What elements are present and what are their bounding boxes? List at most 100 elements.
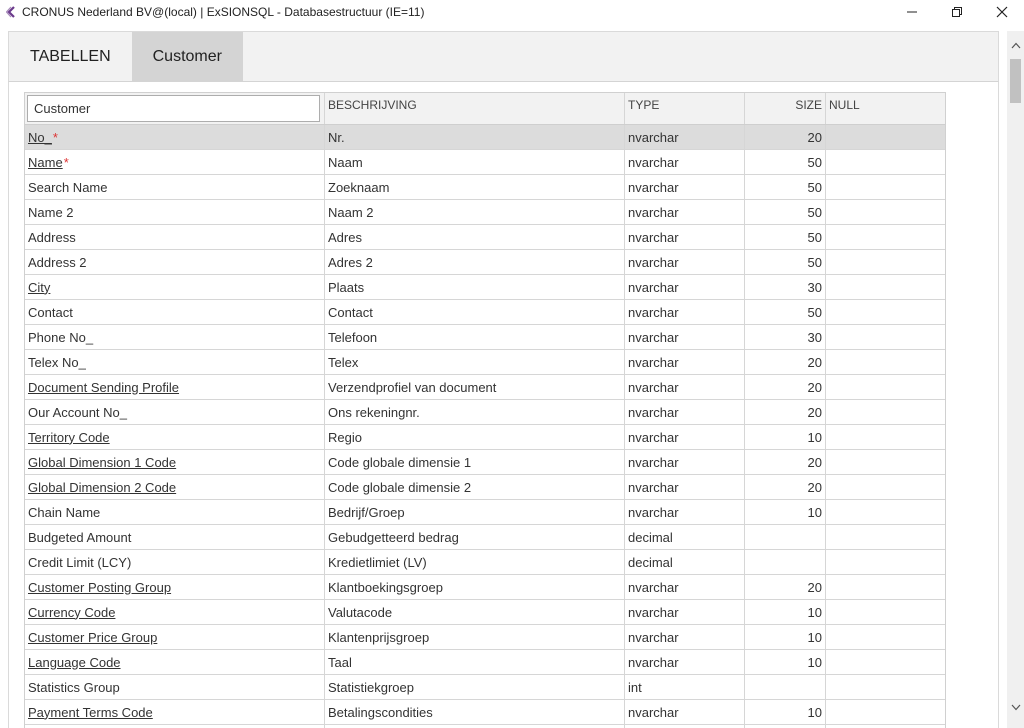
field-name-link[interactable]: Language Code xyxy=(28,655,121,670)
field-name-link[interactable]: No_ xyxy=(28,130,52,145)
description-cell: Adres xyxy=(325,225,625,249)
chevron-down-icon[interactable] xyxy=(1007,699,1024,716)
scrollbar-thumb[interactable] xyxy=(1010,59,1021,103)
table-row[interactable]: Currency Code Valutacode nvarchar 10 xyxy=(25,600,945,625)
table-row[interactable]: Credit Limit (LCY) Kredietlimiet (LV) deci… xyxy=(25,550,945,575)
field-name-link[interactable]: Global Dimension 2 Code xyxy=(28,480,176,495)
null-cell xyxy=(826,600,945,624)
size-cell: 50 xyxy=(745,150,826,174)
null-cell xyxy=(826,550,945,574)
table-row[interactable]: Search Name Zoeknaam nvarchar 50 xyxy=(25,175,945,200)
table-row[interactable]: Address 2 Adres 2 nvarchar 50 xyxy=(25,250,945,275)
field-name-cell: Territory Code xyxy=(25,425,325,449)
null-cell xyxy=(826,225,945,249)
grid-header-row: BESCHRIJVING TYPE SIZE NULL xyxy=(25,92,945,125)
column-header-description[interactable]: BESCHRIJVING xyxy=(325,93,625,124)
table-row[interactable]: Territory Code Regio nvarchar 10 xyxy=(25,425,945,450)
column-header-null[interactable]: NULL xyxy=(826,93,945,124)
null-cell xyxy=(826,650,945,674)
field-name-link[interactable]: City xyxy=(28,280,50,295)
tab-customer[interactable]: Customer xyxy=(131,32,243,81)
field-name-link[interactable]: Global Dimension 1 Code xyxy=(28,455,176,470)
type-cell: nvarchar xyxy=(625,225,745,249)
field-name-cell: Address xyxy=(25,225,325,249)
tab-bar: TABELLEN Customer xyxy=(8,31,999,82)
chevron-up-icon[interactable] xyxy=(1007,37,1024,54)
field-name-cell: Name * xyxy=(25,150,325,174)
field-name-link[interactable]: Territory Code xyxy=(28,430,110,445)
minimize-icon[interactable] xyxy=(889,0,934,24)
null-cell xyxy=(826,700,945,724)
field-name-cell: No_ * xyxy=(25,125,325,149)
description-cell: Klantboekingsgroep xyxy=(325,575,625,599)
field-name-link[interactable]: Currency Code xyxy=(28,605,115,620)
description-cell: Regio xyxy=(325,425,625,449)
size-cell: 50 xyxy=(745,225,826,249)
table-row[interactable]: Address Adres nvarchar 50 xyxy=(25,225,945,250)
tab-tabellen[interactable]: TABELLEN xyxy=(9,32,132,81)
type-cell: nvarchar xyxy=(625,375,745,399)
field-name-cell: Currency Code xyxy=(25,600,325,624)
table-row[interactable]: Chain Name Bedrijf/Groep nvarchar 10 xyxy=(25,500,945,525)
description-cell: Naam 2 xyxy=(325,200,625,224)
field-name-link[interactable]: Name xyxy=(28,155,63,170)
table-row[interactable]: City Plaats nvarchar 30 xyxy=(25,275,945,300)
field-name-link[interactable]: Document Sending Profile xyxy=(28,380,179,395)
size-cell xyxy=(745,550,826,574)
table-row[interactable]: Global Dimension 2 Code Code globale dime… xyxy=(25,475,945,500)
table-row[interactable]: No_ * Nr. nvarchar 20 xyxy=(25,125,945,150)
field-name: Address 2 xyxy=(28,254,87,270)
window-controls xyxy=(889,0,1024,24)
type-cell: nvarchar xyxy=(625,275,745,299)
field-name-link[interactable]: Payment Terms Code xyxy=(28,705,153,720)
type-cell: nvarchar xyxy=(625,500,745,524)
table-row[interactable]: Global Dimension 1 Code Code globale dime… xyxy=(25,450,945,475)
table-row[interactable]: Budgeted Amount Gebudgetteerd bedrag decim… xyxy=(25,525,945,550)
table-row[interactable]: Name * Naam nvarchar 50 xyxy=(25,150,945,175)
size-cell: 20 xyxy=(745,575,826,599)
column-header-size[interactable]: SIZE xyxy=(745,93,826,124)
table-row[interactable]: Contact Contact nvarchar 50 xyxy=(25,300,945,325)
size-cell: 10 xyxy=(745,650,826,674)
field-name-cell: Budgeted Amount xyxy=(25,525,325,549)
description-cell: Ons rekeningnr. xyxy=(325,400,625,424)
table-row[interactable]: Document Sending Profile Verzendprofiel v… xyxy=(25,375,945,400)
description-cell: Nr. xyxy=(325,125,625,149)
null-cell xyxy=(826,675,945,699)
table-row[interactable]: Name 2 Naam 2 nvarchar 50 xyxy=(25,200,945,225)
null-cell xyxy=(826,125,945,149)
vertical-scrollbar[interactable] xyxy=(1007,31,1024,728)
table-row[interactable]: Customer Price Group Klantenprijsgroep nva… xyxy=(25,625,945,650)
field-name-cell: Global Dimension 2 Code xyxy=(25,475,325,499)
table-row[interactable]: Statistics Group Statistiekgroep int xyxy=(25,675,945,700)
size-cell: 50 xyxy=(745,250,826,274)
type-cell: int xyxy=(625,675,745,699)
table-row[interactable]: Our Account No_ Ons rekeningnr. nvarchar 20 xyxy=(25,400,945,425)
null-cell xyxy=(826,350,945,374)
size-cell: 50 xyxy=(745,175,826,199)
description-cell: Taal xyxy=(325,650,625,674)
table-row[interactable]: Telex No_ Telex nvarchar 20 xyxy=(25,350,945,375)
size-cell: 20 xyxy=(745,375,826,399)
field-name-cell: Global Dimension 1 Code xyxy=(25,450,325,474)
field-name: Our Account No_ xyxy=(28,404,127,420)
table-row[interactable]: Language Code Taal nvarchar 10 xyxy=(25,650,945,675)
description-cell: Code globale dimensie 2 xyxy=(325,475,625,499)
field-name-link[interactable]: Customer Price Group xyxy=(28,630,157,645)
description-cell: Naam xyxy=(325,150,625,174)
table-row[interactable]: Phone No_ Telefoon nvarchar 30 xyxy=(25,325,945,350)
restore-icon[interactable] xyxy=(934,0,979,24)
field-name-cell: Phone No_ xyxy=(25,325,325,349)
type-cell: nvarchar xyxy=(625,625,745,649)
field-name-link[interactable]: Customer Posting Group xyxy=(28,580,171,595)
table-row[interactable]: Customer Posting Group Klantboekingsgroep… xyxy=(25,575,945,600)
table-filter-input[interactable] xyxy=(27,95,320,122)
chevron-left-icon[interactable] xyxy=(2,0,20,24)
size-cell: 20 xyxy=(745,125,826,149)
type-cell: nvarchar xyxy=(625,600,745,624)
table-row[interactable]: Payment Terms Code Betalingscondities nvar… xyxy=(25,700,945,725)
column-header-type[interactable]: TYPE xyxy=(625,93,745,124)
size-cell: 10 xyxy=(745,700,826,724)
close-icon[interactable] xyxy=(979,0,1024,24)
field-name: Chain Name xyxy=(28,504,101,520)
